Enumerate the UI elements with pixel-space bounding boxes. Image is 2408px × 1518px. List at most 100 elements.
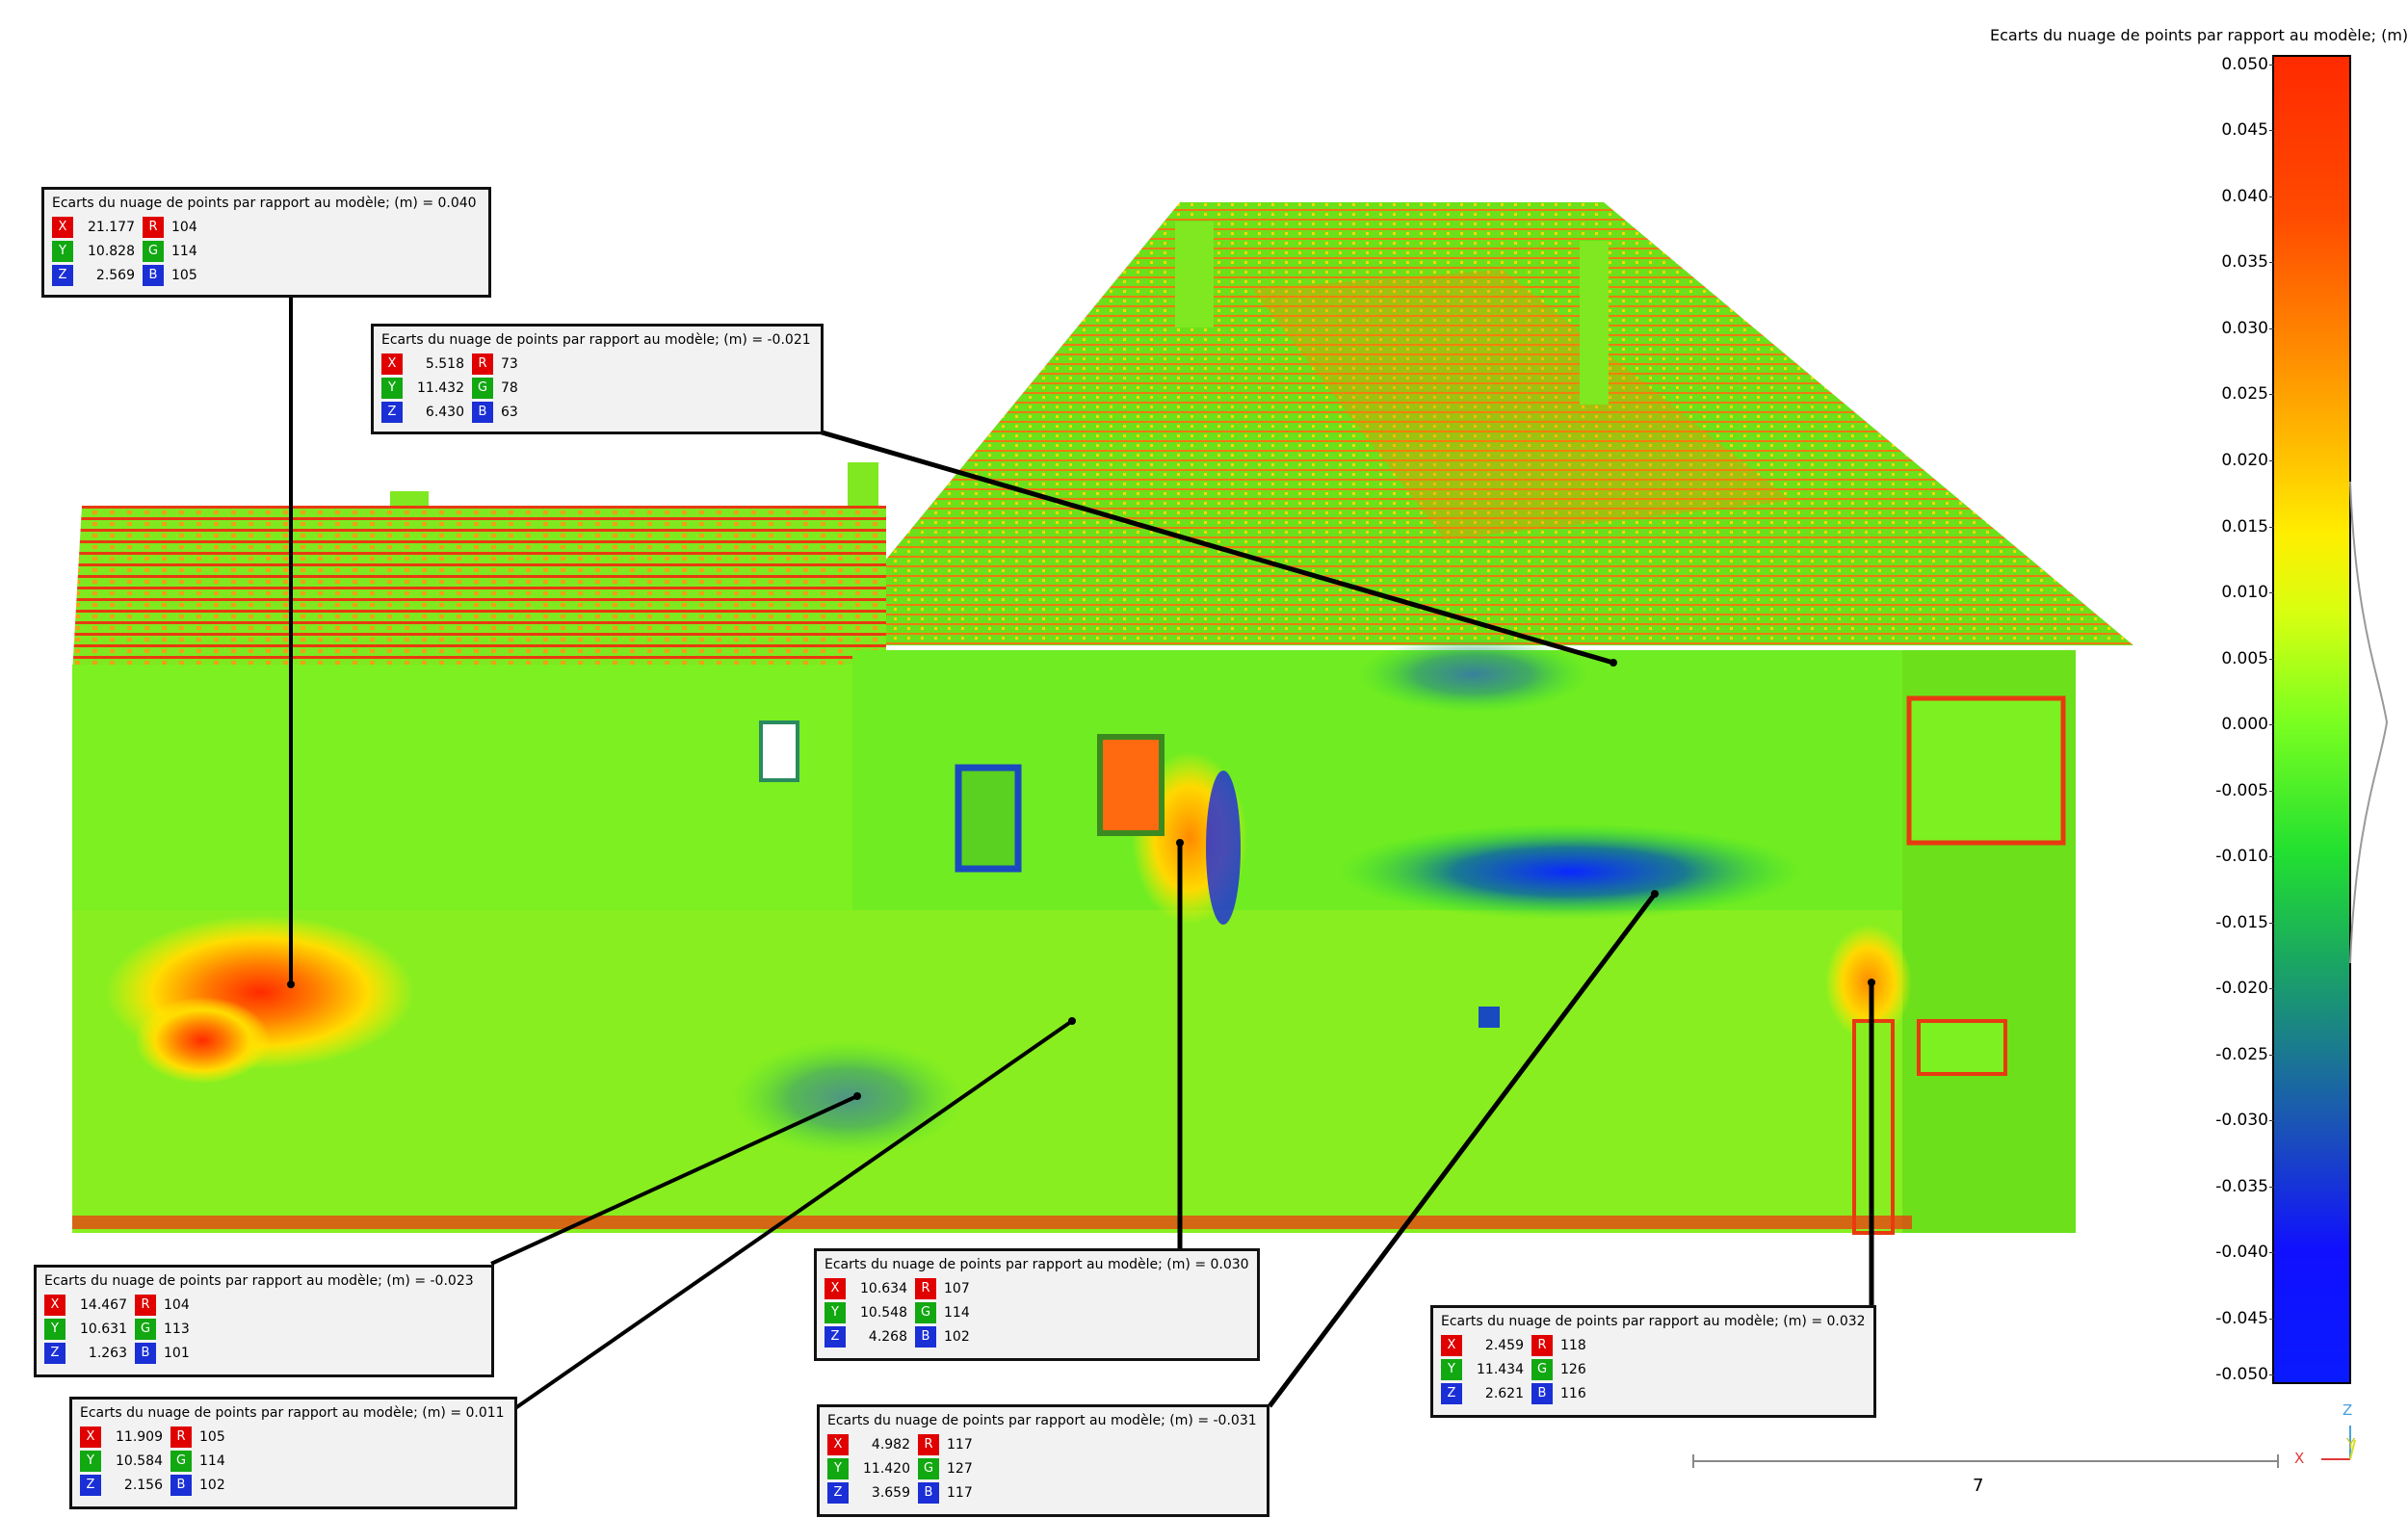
color-bar-tick: -0.035: [2196, 1177, 2274, 1196]
chimney: [1175, 222, 1214, 327]
g-value: 126: [1560, 1361, 1586, 1377]
r-value: 104: [164, 1296, 190, 1313]
g-value: 114: [199, 1453, 225, 1469]
r-value: 73: [501, 355, 518, 372]
measurement-label[interactable]: Ecarts du nuage de points par rapport au…: [34, 1265, 494, 1377]
r-value: 107: [944, 1280, 970, 1296]
color-bar-tick: 0.050: [2196, 55, 2274, 74]
g-badge: G: [915, 1301, 936, 1323]
color-bar-tick: 0.035: [2196, 252, 2274, 272]
measure-point[interactable]: [1176, 839, 1184, 847]
x-badge: X: [80, 1426, 101, 1448]
color-bar-tick: 0.045: [2196, 120, 2274, 140]
x-badge: X: [827, 1433, 849, 1455]
color-bar-tick: -0.050: [2196, 1365, 2274, 1384]
window: [1097, 734, 1165, 836]
measure-point[interactable]: [853, 1092, 861, 1100]
window: [1917, 1019, 2007, 1076]
measurement-label[interactable]: Ecarts du nuage de points par rapport au…: [41, 187, 491, 298]
g-badge: G: [918, 1457, 939, 1479]
r-value: 117: [947, 1436, 973, 1453]
g-badge: G: [170, 1450, 192, 1472]
y-badge: Y: [827, 1457, 849, 1479]
z-badge: Z: [1441, 1382, 1462, 1404]
z-badge: Z: [52, 264, 73, 286]
g-badge: G: [135, 1318, 156, 1340]
z-value: 1.263: [88, 1345, 127, 1361]
y-value: 10.584: [116, 1453, 163, 1469]
r-badge: R: [143, 216, 164, 238]
b-badge: B: [918, 1481, 939, 1504]
chimney: [1580, 241, 1609, 405]
y-value: 11.434: [1477, 1361, 1524, 1377]
axis-x-label: X: [2294, 1450, 2305, 1467]
x-badge: X: [44, 1294, 65, 1316]
z-badge: Z: [381, 401, 403, 423]
measurement-label[interactable]: Ecarts du nuage de points par rapport au…: [817, 1404, 1269, 1517]
b-badge: B: [1531, 1382, 1553, 1404]
r-badge: R: [1531, 1334, 1553, 1356]
g-value: 113: [164, 1321, 190, 1337]
b-value: 102: [944, 1328, 970, 1345]
y-value: 11.420: [863, 1460, 910, 1477]
g-value: 127: [947, 1460, 973, 1477]
y-badge: Y: [1441, 1358, 1462, 1380]
scale-bar-label: 7: [1973, 1476, 1984, 1496]
measurement-title: Ecarts du nuage de points par rapport au…: [827, 1413, 1257, 1428]
color-bar-tick: 0.040: [2196, 187, 2274, 206]
scale-bar: [1692, 1454, 2279, 1468]
r-value: 118: [1560, 1337, 1586, 1353]
color-bar-tick: -0.045: [2196, 1309, 2274, 1328]
x-value: 2.459: [1484, 1337, 1524, 1353]
z-value: 2.156: [123, 1477, 163, 1493]
b-value: 102: [199, 1477, 225, 1493]
color-bar-tick: -0.015: [2196, 913, 2274, 932]
color-bar-tick: 0.005: [2196, 649, 2274, 668]
g-value: 78: [501, 380, 518, 396]
y-badge: Y: [44, 1318, 65, 1340]
x-badge: X: [824, 1277, 846, 1299]
x-value: 14.467: [80, 1296, 127, 1313]
measurement-label[interactable]: Ecarts du nuage de points par rapport au…: [814, 1248, 1260, 1361]
color-bar-tick: 0.030: [2196, 319, 2274, 338]
z-badge: Z: [824, 1325, 846, 1348]
measure-point[interactable]: [287, 981, 295, 988]
measurement-label[interactable]: Ecarts du nuage de points par rapport au…: [371, 324, 824, 434]
measure-point[interactable]: [1868, 979, 1875, 986]
ground-line: [72, 1216, 1912, 1229]
g-badge: G: [143, 240, 164, 262]
measurement-title: Ecarts du nuage de points par rapport au…: [52, 196, 477, 211]
r-badge: R: [170, 1426, 192, 1448]
measure-point[interactable]: [1651, 890, 1659, 898]
b-value: 117: [947, 1484, 973, 1501]
z-value: 6.430: [425, 404, 464, 420]
color-bar-tick: 0.025: [2196, 384, 2274, 404]
left-wall: [72, 665, 852, 910]
cold-zone: [1339, 824, 1801, 920]
z-badge: Z: [827, 1481, 849, 1504]
hot-zone: [135, 997, 270, 1084]
measure-point[interactable]: [1610, 659, 1617, 667]
color-bar-tick: 0.000: [2196, 715, 2274, 734]
color-bar-histogram: [2349, 481, 2389, 964]
x-badge: X: [1441, 1334, 1462, 1356]
r-badge: R: [472, 353, 493, 375]
left-roof: [72, 506, 886, 674]
measure-point[interactable]: [1068, 1017, 1076, 1025]
x-value: 21.177: [88, 219, 135, 235]
b-value: 105: [171, 267, 197, 283]
r-badge: R: [918, 1433, 939, 1455]
x-value: 5.518: [425, 355, 464, 372]
y-value: 10.548: [860, 1304, 907, 1321]
measurement-label[interactable]: Ecarts du nuage de points par rapport au…: [69, 1397, 517, 1509]
x-badge: X: [52, 216, 73, 238]
measurement-label[interactable]: Ecarts du nuage de points par rapport au…: [1430, 1305, 1876, 1418]
y-badge: Y: [80, 1450, 101, 1472]
g-value: 114: [171, 243, 197, 259]
b-badge: B: [915, 1325, 936, 1348]
cold-zone: [1206, 771, 1241, 925]
x-value: 11.909: [116, 1428, 163, 1445]
y-badge: Y: [824, 1301, 846, 1323]
z-value: 2.569: [95, 267, 135, 283]
measurement-title: Ecarts du nuage de points par rapport au…: [44, 1273, 474, 1289]
